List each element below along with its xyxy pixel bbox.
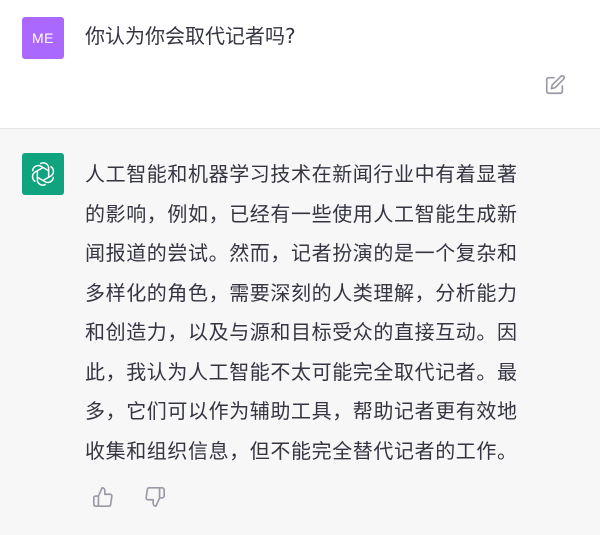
assistant-avatar xyxy=(22,153,64,195)
user-message-row: ME 你认为你会取代记者吗? xyxy=(0,0,600,129)
user-avatar: ME xyxy=(22,17,64,59)
user-message-text: 你认为你会取代记者吗? xyxy=(85,24,296,48)
thumbs-up-icon xyxy=(93,487,113,507)
thumbs-up-button[interactable] xyxy=(91,485,115,509)
message-line: 的影响，例如，已经有一些使用人工智能生成新 xyxy=(85,201,518,226)
feedback-buttons xyxy=(91,485,167,509)
user-avatar-text: ME xyxy=(32,30,54,46)
edit-icon xyxy=(545,74,566,95)
message-line: 收集和组织信息，但不能完全替代记者的工作。 xyxy=(85,438,518,463)
thumbs-down-button[interactable] xyxy=(143,485,167,509)
assistant-message-text: 人工智能和机器学习技术在新闻行业中有着显著 的影响，例如，已经有一些使用人工智能… xyxy=(85,155,575,471)
message-line: 闻报道的尝试。然而，记者扮演的是一个复杂和 xyxy=(85,241,518,265)
message-line: 多，它们可以作为辅助工具，帮助记者更有效地 xyxy=(85,399,518,423)
message-line: 此，我认为人工智能不太可能完全取代记者。最 xyxy=(85,359,518,384)
message-line: 和创造力，以及与源和目标受众的直接互动。因 xyxy=(85,320,518,344)
thumbs-down-icon xyxy=(145,487,165,507)
message-line: 多样化的角色，需要深刻的人类理解，分析能力 xyxy=(85,280,518,305)
message-line: 人工智能和机器学习技术在新闻行业中有着显著 xyxy=(85,162,518,186)
openai-logo-icon xyxy=(31,162,55,186)
assistant-message-row: 人工智能和机器学习技术在新闻行业中有着显著 的影响，例如，已经有一些使用人工智能… xyxy=(0,129,600,535)
edit-message-button[interactable] xyxy=(543,73,567,97)
